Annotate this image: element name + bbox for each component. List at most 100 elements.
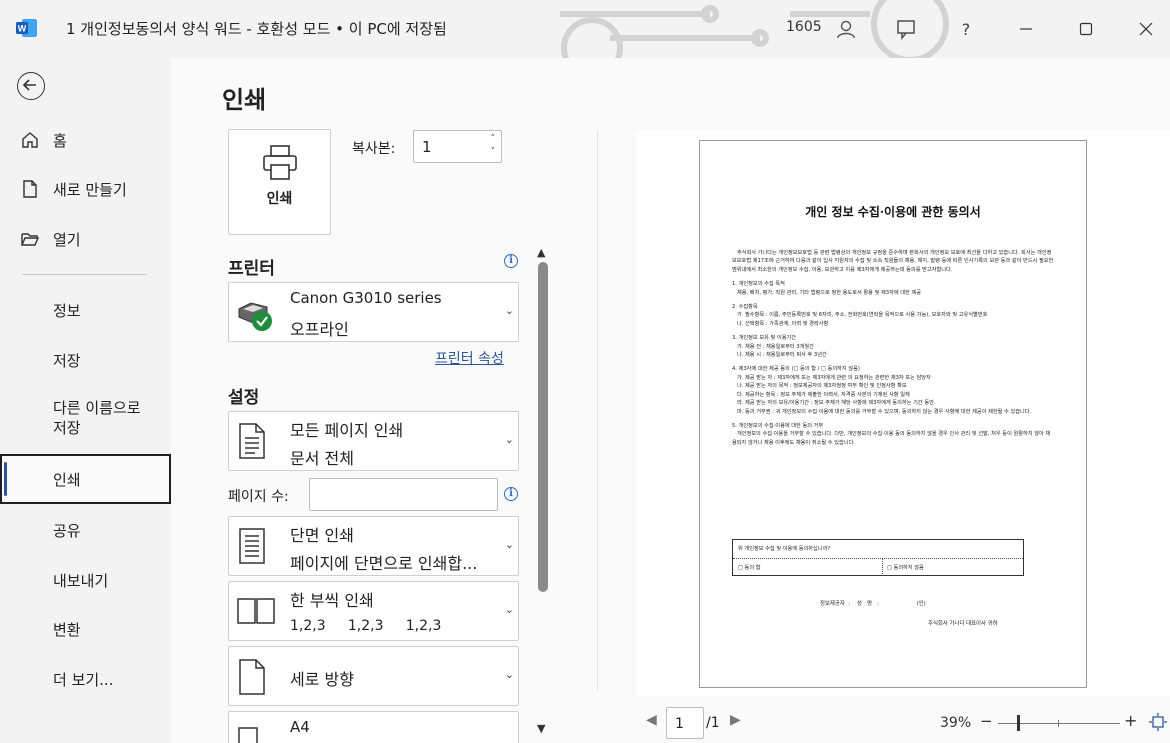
nav-new-label: 새로 만들기 (53, 180, 127, 199)
home-icon (22, 132, 38, 148)
doc-s1-a: 채용, 배치, 평가, 직원 관리, 기타 법령으로 정한 용도로서 활용 및 … (732, 289, 922, 296)
chevron-up-icon[interactable]: ˄ (491, 133, 496, 146)
orientation-title: 세로 방향 (290, 670, 354, 689)
nav-new[interactable]: 새로 만들기 (0, 177, 171, 201)
word-app-icon: W (16, 19, 37, 37)
chevron-down-icon[interactable]: ˅ (491, 146, 496, 159)
doc-signature: 정보제공자 : 성 명 : (인) (820, 601, 926, 607)
preview-page: 개인 정보 수집·이용에 관한 동의서 주식회사 가나다는 개인정보보호법 등 … (699, 140, 1087, 688)
nav-save[interactable]: 저장 (0, 348, 171, 372)
consent-row: □ 동의 함 □ 동의하지 않음 (733, 558, 1023, 576)
settings-heading: 설정 (228, 388, 260, 408)
doc-s5-a: 개인정보의 수집·이용을 거부할 수 있습니다. 다만, 개인정보의 수집·이용… (732, 431, 1051, 446)
nav-more[interactable]: 더 보기... (0, 667, 171, 691)
help-icon[interactable]: ? (951, 14, 981, 44)
consent-agree: □ 동의 함 (738, 565, 761, 571)
printer-name: Canon G3010 series (290, 289, 442, 307)
account-icon[interactable] (831, 14, 861, 44)
paper-size-icon (238, 727, 258, 743)
copies-label: 복사본: (352, 141, 396, 157)
nav-open[interactable]: 열기 (0, 227, 171, 251)
print-pages-title: 모든 페이지 인쇄 (290, 421, 404, 440)
nav-export[interactable]: 내보내기 (0, 568, 171, 592)
doc-s2-a: 가. 필수항목 : 이름, 주민등록번호 및 6자리, 주소, 전화번호(연락을… (732, 312, 988, 319)
print-panel: 인쇄 인쇄 복사본: 1 ˄ ˅ 프린터 i Canon G3010 serie… (171, 58, 1170, 743)
consent-table: 위 개인정보 수집 및 이용에 동의하십니까? □ 동의 함 □ 동의하지 않음 (732, 539, 1024, 576)
chevron-down-icon: ⌄ (504, 668, 514, 681)
current-page-input[interactable]: 1 (666, 707, 704, 739)
user-id[interactable]: 1605 (786, 19, 822, 35)
paper-size-title: A4 (290, 718, 310, 736)
nav-transform[interactable]: 변환 (0, 617, 171, 641)
consent-disagree: □ 동의하지 않음 (882, 559, 924, 576)
nav-save-as-line2: 저장 (53, 419, 81, 437)
doc-s2-b: 나. 선택항목 : 가족관계, 이력 및 경력사항 (732, 320, 829, 327)
printer-icon (263, 145, 297, 180)
selected-indicator (4, 462, 7, 496)
chevron-down-icon: ⌄ (504, 433, 514, 446)
document-pages-icon (239, 423, 265, 459)
pages-info-icon[interactable]: i (504, 487, 518, 501)
new-document-icon (23, 180, 37, 198)
print-button[interactable]: 인쇄 (228, 129, 331, 235)
printer-status: 오프라인 (290, 320, 349, 339)
one-sided-icon (239, 528, 265, 564)
nav-info[interactable]: 정보 (0, 298, 171, 322)
printer-heading: 프린터 (228, 259, 275, 279)
feedback-icon[interactable] (891, 14, 921, 44)
print-pages-dropdown[interactable]: 모든 페이지 인쇄 문서 전체 ⌄ (228, 411, 519, 471)
next-page-icon[interactable]: ▶ (730, 712, 741, 728)
doc-s3-a: 가. 채용 전 : 채용일로부터 3개월간 (732, 343, 814, 350)
doc-s4-a: 가. 제공 받는 자 : 제3자에게 또는 제3자에게 관련 의 요청하는 관련… (732, 374, 931, 381)
orientation-dropdown[interactable]: 세로 방향 ⌄ (228, 646, 519, 706)
word-app-letter: W (18, 24, 27, 34)
previous-page-icon[interactable]: ◀ (646, 712, 657, 728)
preview-navigation: ◀ 1 /1 ▶ 39% − + (636, 702, 1170, 743)
sides-dropdown[interactable]: 단면 인쇄 페이지에 단면으로 인쇄합... ⌄ (228, 516, 519, 576)
doc-title: 개인 정보 수집·이용에 관한 동의서 (805, 205, 981, 219)
close-icon[interactable] (1131, 14, 1161, 44)
nav-open-label: 열기 (53, 230, 81, 249)
minimize-icon[interactable] (1011, 14, 1041, 44)
collate-dropdown[interactable]: 한 부씩 인쇄 1,2,3 1,2,3 1,2,3 ⌄ (228, 581, 519, 641)
fit-page-icon[interactable] (1149, 713, 1167, 731)
maximize-icon[interactable] (1071, 14, 1101, 44)
copies-spinner[interactable]: ˄ ˅ (491, 133, 496, 159)
doc-s4-d: 라. 제공 받는 자의 보유/이용기간 : 정보 주체가 해당 사항에 제3자에… (732, 400, 934, 407)
doc-s5-heading: 5. 개인정보의 수집·이용에 대한 동의 거부 (732, 422, 824, 429)
collate-sub: 1,2,3 1,2,3 1,2,3 (290, 618, 442, 634)
printer-dropdown[interactable]: Canon G3010 series 오프라인 ⌄ (228, 282, 519, 342)
total-pages: /1 (706, 715, 720, 731)
panel-divider (597, 130, 598, 690)
nav-home[interactable]: 홈 (0, 128, 171, 152)
nav-save-as[interactable]: 다른 이름으로 저장 (0, 398, 171, 442)
nav-save-as-line1: 다른 이름으로 (53, 399, 141, 417)
back-button[interactable] (17, 72, 45, 100)
doc-company: 주식회사 가나다 대표이사 귀하 (928, 621, 998, 627)
printer-properties-link[interactable]: 프린터 속성 (435, 348, 504, 368)
settings-scrollbar[interactable]: ▲ ▼ (537, 246, 549, 736)
consent-question: 위 개인정보 수집 및 이용에 동의하십니까? (738, 546, 831, 552)
printer-info-icon[interactable]: i (504, 254, 518, 268)
sides-title: 단면 인쇄 (290, 526, 354, 545)
zoom-in-icon[interactable]: + (1124, 711, 1137, 730)
pages-input[interactable] (309, 478, 498, 511)
doc-s3-heading: 3. 개인정보 보유 및 이용기간 (732, 335, 797, 342)
arrow-left-icon (22, 79, 36, 91)
paper-size-dropdown[interactable]: A4 (228, 711, 519, 743)
zoom-slider-thumb[interactable] (1017, 715, 1020, 731)
scroll-thumb[interactable] (538, 262, 548, 592)
scroll-down-icon[interactable]: ▼ (537, 722, 545, 735)
nav-print-label: 인쇄 (53, 471, 81, 489)
chevron-down-icon: ⌄ (504, 538, 514, 551)
zoom-out-icon[interactable]: − (980, 712, 993, 730)
folder-open-icon (21, 233, 40, 246)
scroll-up-icon[interactable]: ▲ (537, 246, 545, 259)
print-preview: 개인 정보 수집·이용에 관한 동의서 주식회사 가나다는 개인정보보호법 등 … (636, 130, 1170, 696)
zoom-level[interactable]: 39% (940, 715, 971, 731)
doc-s4-c: 다. 제공하는 항목 : 정보 주체가 제출한 이력서, 자격증 사본의 기재된… (732, 391, 910, 398)
doc-s4-heading: 4. 제3자에 대한 제공 동의 (□ 동의 함 / □ 동의하지 않음) (732, 366, 860, 373)
copies-input[interactable]: 1 ˄ ˅ (413, 130, 502, 163)
nav-print-selected[interactable]: 인쇄 (0, 454, 171, 504)
nav-share[interactable]: 공유 (0, 518, 171, 542)
